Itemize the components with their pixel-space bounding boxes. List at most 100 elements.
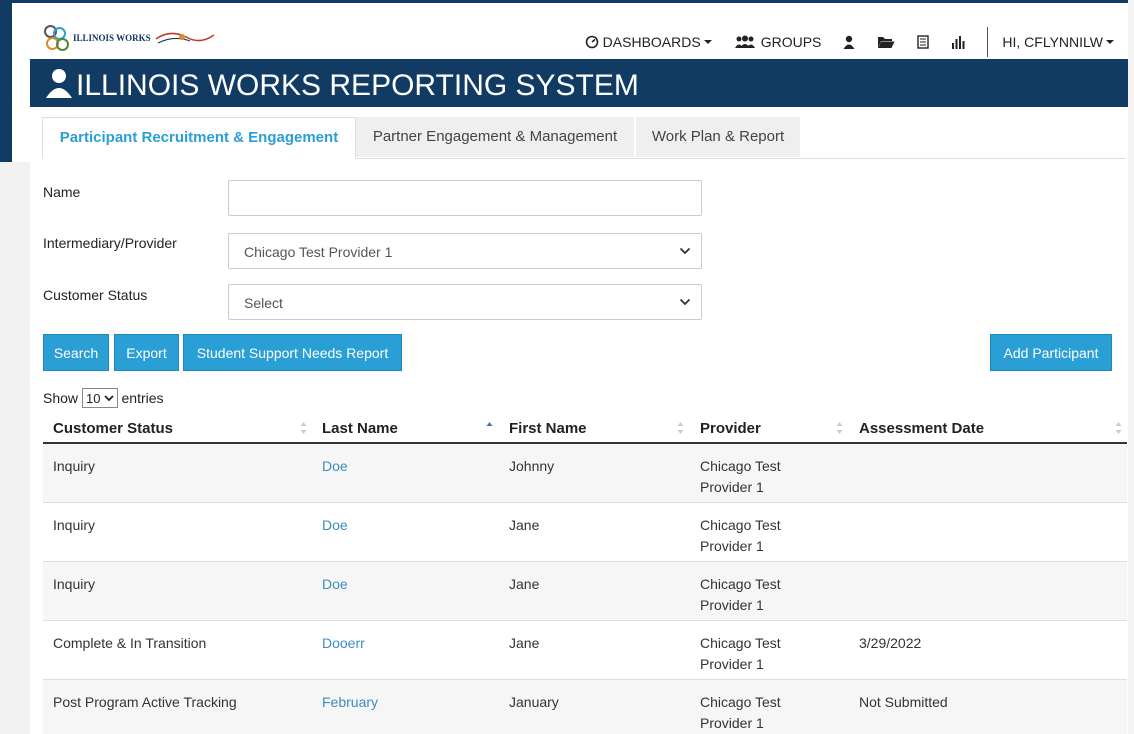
cell-provider: Chicago Test Provider 1 (700, 633, 781, 675)
name-label: Name (43, 184, 81, 200)
cell-status: Post Program Active Tracking (53, 694, 237, 710)
provider-line-2: Provider 1 (700, 715, 764, 731)
bar-chart-icon (952, 36, 965, 49)
cell-provider: Chicago Test Provider 1 (700, 456, 781, 498)
groups-icon (734, 35, 755, 48)
entries-suffix: entries (121, 390, 164, 406)
cell-assessment-date: Not Submitted (859, 694, 948, 710)
sort-icon[interactable] (836, 421, 843, 435)
groups-menu[interactable]: GROUPS (734, 34, 822, 50)
entries-value: 10 (86, 390, 101, 406)
tab-work-plan[interactable]: Work Plan & Report (636, 117, 800, 157)
right-margin (1128, 0, 1134, 734)
provider-line-2: Provider 1 (700, 538, 764, 554)
left-edge-bar (0, 0, 12, 162)
sort-icon[interactable] (677, 421, 684, 435)
cell-first-name: January (509, 694, 559, 710)
user-icon (46, 69, 72, 98)
tab-participant-recruitment[interactable]: Participant Recruitment & Engagement (42, 117, 356, 159)
cell-assessment-date: 3/29/2022 (859, 635, 922, 651)
customer-status-select[interactable]: Select (228, 284, 702, 320)
chevron-down-icon (1106, 40, 1114, 44)
provider-line-1: Chicago Test (700, 694, 781, 710)
cell-first-name: Jane (509, 576, 540, 592)
cell-status: Inquiry (53, 517, 96, 533)
header-first-name[interactable]: First Name (509, 420, 587, 437)
chevron-down-icon (703, 40, 712, 44)
chevron-down-icon (679, 298, 691, 306)
nav-divider (987, 27, 989, 57)
page-banner: ILLINOIS WORKS REPORTING SYSTEM (30, 59, 1128, 107)
cell-first-name: Jane (509, 517, 540, 533)
partner-logo (152, 25, 218, 51)
cell-first-name: Johnny (509, 458, 555, 474)
left-margin (0, 162, 30, 734)
user-icon (843, 35, 855, 49)
provider-line-2: Provider 1 (700, 597, 764, 613)
sort-icon[interactable] (300, 421, 307, 435)
cell-last-name-link[interactable]: Doe (322, 574, 348, 595)
export-button[interactable]: Export (114, 334, 179, 371)
header-customer-status[interactable]: Customer Status (53, 420, 173, 437)
cell-last-name-link[interactable]: February (322, 692, 378, 713)
sort-icon[interactable] (1115, 421, 1122, 435)
cell-status: Inquiry (53, 458, 96, 474)
dashboard-icon (585, 35, 598, 49)
reports-link[interactable] (951, 35, 965, 49)
tab-partner-engagement[interactable]: Partner Engagement & Management (356, 117, 634, 157)
provider-select[interactable]: Chicago Test Provider 1 (228, 233, 702, 269)
list-icon (917, 35, 930, 49)
header-last-name[interactable]: Last Name (322, 420, 398, 437)
chevron-down-icon (679, 247, 691, 255)
cell-last-name-link[interactable]: Doe (322, 515, 348, 536)
provider-line-1: Chicago Test (700, 576, 781, 592)
logo-icon (44, 25, 70, 51)
profile-link[interactable] (843, 35, 855, 49)
header-provider[interactable]: Provider (700, 420, 761, 437)
dashboards-label: DASHBOARDS (602, 34, 701, 50)
sort-asc-icon[interactable] (486, 421, 493, 435)
add-participant-button[interactable]: Add Participant (990, 334, 1112, 371)
nav-menu: DASHBOARDS GROUPS HI, CFLYNNILW (563, 27, 1114, 57)
table-row: Inquiry Doe Jane Chicago Test Provider 1 (43, 562, 1127, 621)
entries-select[interactable]: 10 (82, 388, 118, 408)
search-button[interactable]: Search (43, 334, 109, 371)
provider-label: Intermediary/Provider (43, 235, 177, 251)
show-label: Show (43, 390, 79, 406)
cell-status: Complete & In Transition (53, 635, 207, 651)
cell-provider: Chicago Test Provider 1 (700, 692, 781, 734)
provider-line-1: Chicago Test (700, 458, 781, 474)
provider-line-1: Chicago Test (700, 635, 781, 651)
cell-first-name: Jane (509, 635, 540, 651)
page-title: ILLINOIS WORKS REPORTING SYSTEM (76, 69, 639, 102)
groups-label: GROUPS (760, 34, 822, 50)
status-select-value: Select (244, 295, 283, 311)
user-menu[interactable]: HI, CFLYNNILW (1002, 34, 1114, 50)
folder-open-icon (878, 37, 895, 48)
support-needs-report-button[interactable]: Student Support Needs Report (183, 334, 402, 371)
cell-last-name-link[interactable]: Dooerr (322, 633, 365, 654)
cell-last-name-link[interactable]: Doe (322, 456, 348, 477)
table-row: Post Program Active Tracking February Ja… (43, 680, 1127, 734)
header-assessment-date[interactable]: Assessment Date (859, 420, 984, 437)
folder-link[interactable] (877, 35, 895, 49)
provider-line-1: Chicago Test (700, 517, 781, 533)
provider-line-2: Provider 1 (700, 479, 764, 495)
entries-control: Show 10 entries (43, 388, 164, 408)
cell-provider: Chicago Test Provider 1 (700, 515, 781, 557)
table-header: Customer Status Last Name First Name Pro… (43, 413, 1127, 444)
chevron-down-icon (103, 395, 114, 402)
dashboards-menu[interactable]: DASHBOARDS (585, 34, 712, 50)
status-label: Customer Status (43, 287, 148, 303)
table-row: Complete & In Transition Dooerr Jane Chi… (43, 621, 1127, 680)
name-field[interactable] (228, 180, 702, 216)
list-link[interactable] (917, 35, 930, 49)
provider-select-value: Chicago Test Provider 1 (244, 244, 393, 260)
logo-text: ILLINOIS WORKS (73, 33, 151, 43)
top-navbar: ILLINOIS WORKS DASHBOARDS GROUPS HI, CFL… (30, 3, 1128, 59)
table-row: Inquiry Doe Johnny Chicago Test Provider … (43, 444, 1127, 503)
cell-provider: Chicago Test Provider 1 (700, 574, 781, 616)
illinois-works-logo[interactable]: ILLINOIS WORKS (44, 25, 151, 51)
tab-bar: Participant Recruitment & Engagement Par… (42, 117, 1126, 159)
cell-status: Inquiry (53, 576, 96, 592)
